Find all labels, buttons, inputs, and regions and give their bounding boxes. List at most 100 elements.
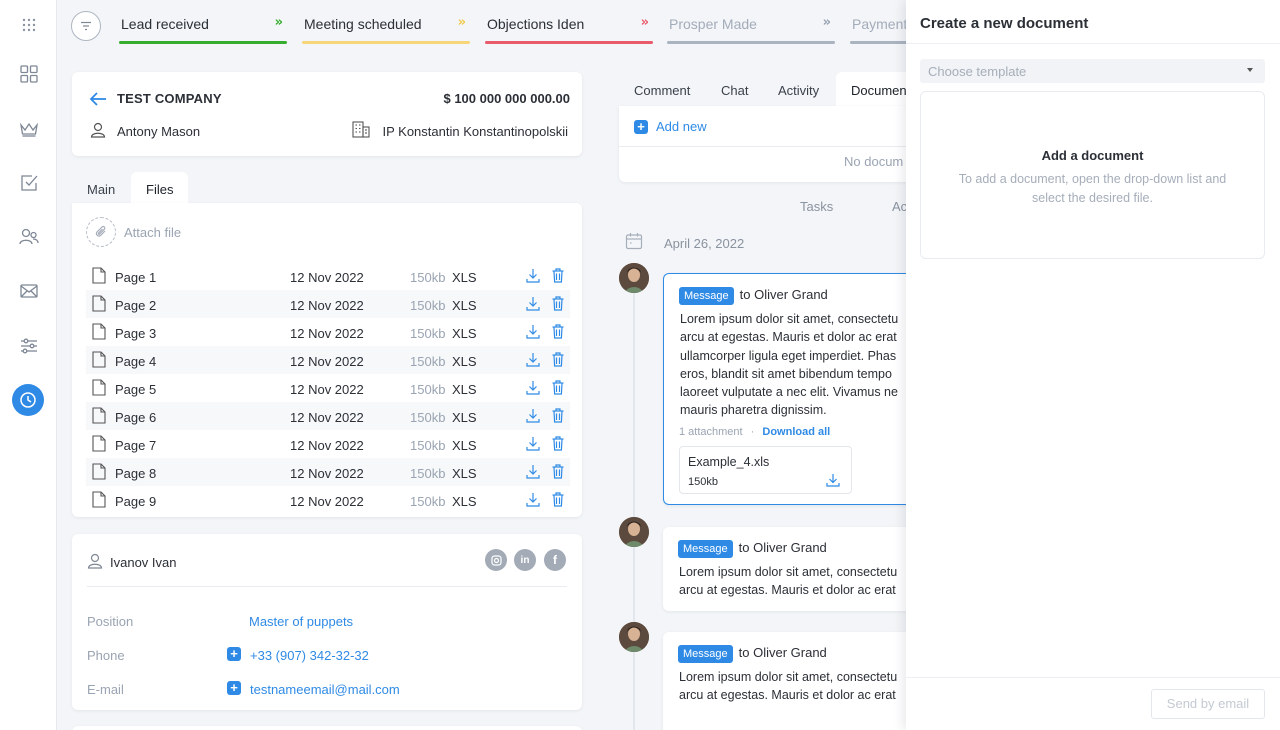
tab-chat[interactable]: Chat bbox=[706, 72, 763, 106]
message-card[interactable]: Message to Oliver Grand Lorem ipsum dolor… bbox=[663, 273, 923, 505]
download-icon[interactable] bbox=[526, 380, 540, 395]
position-value: Master of puppets bbox=[249, 614, 354, 629]
trash-icon[interactable] bbox=[552, 296, 564, 311]
mail-icon[interactable] bbox=[14, 276, 44, 306]
back-arrow-icon[interactable] bbox=[89, 91, 107, 107]
send-by-email-button[interactable]: Send by email bbox=[1151, 689, 1265, 719]
template-select[interactable]: Choose template bbox=[920, 59, 1265, 83]
add-new-document-button[interactable]: + Add new bbox=[634, 119, 707, 134]
file-type: XLS bbox=[452, 466, 477, 481]
message-body: Lorem ipsum dolor sit amet, consectetu a… bbox=[679, 670, 898, 703]
add-email-icon[interactable]: + bbox=[227, 681, 241, 695]
file-size: 150kb bbox=[410, 438, 446, 453]
tab-tasks[interactable]: Tasks bbox=[800, 199, 833, 214]
email-value[interactable]: testnameemail@mail.com bbox=[250, 682, 400, 697]
file-row[interactable]: Page 2 12 Nov 2022 150kb XLS bbox=[86, 290, 570, 318]
message-card[interactable]: Message to Oliver Grand Lorem ipsum dolor… bbox=[663, 527, 923, 611]
attachment-tile[interactable]: Example_4.xls 150kb bbox=[679, 446, 852, 494]
file-name: Page 8 bbox=[115, 466, 157, 481]
documents-card: + Add new No docum bbox=[619, 106, 919, 182]
tab-documents[interactable]: Documen bbox=[836, 72, 916, 106]
tab-main[interactable]: Main bbox=[72, 172, 130, 204]
organization-name[interactable]: IP Konstantin Konstantinopolskii bbox=[383, 124, 569, 139]
download-icon[interactable] bbox=[526, 436, 540, 451]
email-label: E-mail bbox=[87, 682, 124, 697]
avatar bbox=[619, 517, 649, 547]
stage-meeting-scheduled[interactable]: Meeting scheduled » bbox=[302, 0, 470, 44]
linkedin-icon[interactable]: in bbox=[514, 549, 536, 571]
download-icon[interactable] bbox=[826, 473, 840, 487]
file-icon bbox=[92, 463, 106, 480]
tab-files[interactable]: Files bbox=[131, 172, 189, 204]
tasks-check-icon[interactable] bbox=[14, 168, 44, 198]
filter-button[interactable] bbox=[71, 11, 101, 41]
file-row[interactable]: Page 8 12 Nov 2022 150kb XLS bbox=[86, 458, 570, 486]
history-clock-icon[interactable] bbox=[12, 384, 44, 416]
file-row[interactable]: Page 5 12 Nov 2022 150kb XLS bbox=[86, 374, 570, 402]
file-row[interactable]: Page 9 12 Nov 2022 150kb XLS bbox=[86, 486, 570, 514]
add-phone-icon[interactable]: + bbox=[227, 647, 241, 661]
file-type: XLS bbox=[452, 494, 477, 509]
file-row[interactable]: Page 7 12 Nov 2022 150kb XLS bbox=[86, 430, 570, 458]
download-icon[interactable] bbox=[526, 296, 540, 311]
next-card bbox=[72, 726, 582, 730]
download-icon[interactable] bbox=[526, 492, 540, 507]
file-date: 12 Nov 2022 bbox=[290, 298, 364, 313]
file-name: Page 2 bbox=[115, 298, 157, 313]
download-icon[interactable] bbox=[526, 352, 540, 367]
tab-activity[interactable]: Activity bbox=[763, 72, 834, 106]
stage-prosper-made[interactable]: Prosper Made » bbox=[667, 0, 835, 44]
trash-icon[interactable] bbox=[552, 380, 564, 395]
download-icon[interactable] bbox=[526, 464, 540, 479]
deal-amount: $ 100 000 000 000.00 bbox=[443, 91, 570, 106]
attach-file-button[interactable]: Attach file bbox=[86, 217, 181, 247]
contact-name[interactable]: Antony Mason bbox=[117, 124, 200, 139]
add-document-hint: To add a document, open the drop-down li… bbox=[958, 172, 1227, 205]
file-row[interactable]: Page 1 12 Nov 2022 150kb XLS bbox=[86, 262, 570, 290]
download-icon[interactable] bbox=[526, 408, 540, 423]
trash-icon[interactable] bbox=[552, 268, 564, 283]
tab-comment[interactable]: Comment bbox=[619, 72, 705, 106]
file-date: 12 Nov 2022 bbox=[290, 270, 364, 285]
trash-icon[interactable] bbox=[552, 464, 564, 479]
chevron-right-icon: » bbox=[640, 15, 649, 30]
trash-icon[interactable] bbox=[552, 436, 564, 451]
download-icon[interactable] bbox=[526, 268, 540, 283]
timeline-date: April 26, 2022 bbox=[664, 236, 745, 251]
file-row[interactable]: Page 6 12 Nov 2022 150kb XLS bbox=[86, 402, 570, 430]
settings-sliders-icon[interactable] bbox=[14, 331, 44, 361]
download-icon[interactable] bbox=[526, 324, 540, 339]
instagram-icon[interactable] bbox=[485, 549, 507, 571]
apps-grid-icon[interactable] bbox=[14, 10, 44, 40]
file-type: XLS bbox=[452, 410, 477, 425]
trash-icon[interactable] bbox=[552, 352, 564, 367]
message-badge: Message bbox=[678, 540, 733, 558]
file-row[interactable]: Page 4 12 Nov 2022 150kb XLS bbox=[86, 346, 570, 374]
attachment-name: Example_4.xls bbox=[688, 455, 770, 469]
divider bbox=[906, 43, 1280, 44]
message-card[interactable]: Message to Oliver Grand Lorem ipsum dolor… bbox=[663, 632, 923, 730]
contacts-icon[interactable] bbox=[14, 222, 44, 252]
crown-icon[interactable] bbox=[14, 114, 44, 144]
stage-payment[interactable]: Payment bbox=[850, 0, 910, 44]
file-icon bbox=[92, 491, 106, 508]
file-icon bbox=[92, 351, 106, 368]
facebook-icon[interactable]: f bbox=[544, 549, 566, 571]
stage-label: Objections Iden bbox=[487, 16, 585, 32]
file-row[interactable]: Page 3 12 Nov 2022 150kb XLS bbox=[86, 318, 570, 346]
stage-objections[interactable]: Objections Iden » bbox=[485, 0, 653, 44]
trash-icon[interactable] bbox=[552, 408, 564, 423]
divider bbox=[906, 677, 1280, 678]
dashboard-icon[interactable] bbox=[14, 59, 44, 89]
file-name: Page 9 bbox=[115, 494, 157, 509]
stage-lead-received[interactable]: Lead received » bbox=[119, 0, 287, 44]
file-icon bbox=[92, 407, 106, 424]
phone-value[interactable]: +33 (907) 342-32-32 bbox=[250, 648, 369, 663]
user-icon bbox=[87, 553, 103, 569]
stage-progress-bar bbox=[119, 41, 287, 44]
download-all-link[interactable]: Download all bbox=[762, 426, 830, 438]
trash-icon[interactable] bbox=[552, 492, 564, 507]
trash-icon[interactable] bbox=[552, 324, 564, 339]
stage-progress-bar bbox=[850, 41, 910, 44]
tab-activity-short[interactable]: Ac bbox=[892, 199, 907, 214]
